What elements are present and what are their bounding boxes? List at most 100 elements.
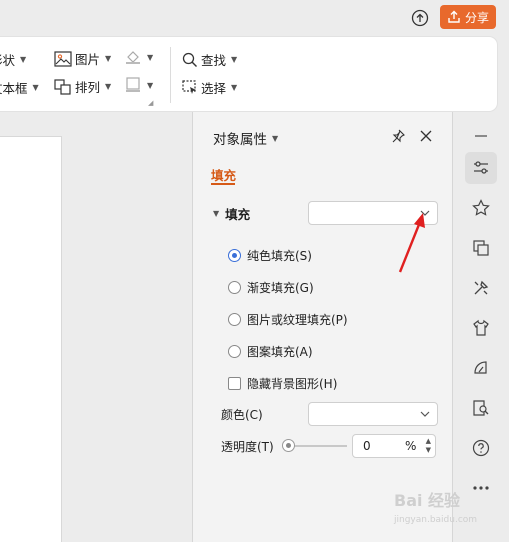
chevron-down-icon: ▼ [20,55,27,64]
fill-section-toggle[interactable]: ▼ 填充 [213,204,250,223]
radio-button[interactable] [228,313,241,326]
watermark-subtext: jingyan.baidu.com [393,515,477,525]
shape-label: 形状 [0,53,16,68]
animation-icon [474,361,487,374]
slide-page[interactable] [0,136,62,542]
picture-label: 图片 [75,52,101,67]
watermark-text: Bai 经验 [394,491,461,510]
help-icon [472,439,490,457]
radio-picture-texture-fill[interactable]: 图片或纹理填充(P) [228,311,348,328]
dialog-launcher-icon[interactable]: ◢ [148,99,153,107]
cloud-upload-icon [411,9,429,27]
textbox-button[interactable]: 文本框 ▼ [0,78,39,97]
tools-rail-button[interactable] [465,272,497,304]
radio-label: 图案填充(A) [247,345,313,359]
copy-icon [473,240,489,256]
picture-icon [54,50,72,67]
arrange-button[interactable]: 排列 ▼ [54,77,111,96]
chevron-down-icon: ▼ [105,82,112,91]
panel-title: 对象属性 [213,132,267,148]
clipboard-rail-button[interactable] [465,232,497,264]
object-properties-panel: 对象属性 ▼ 填充 ▼ 填充 纯色填充(S) 渐变填充(G) 图片或纹理填充(P… [192,112,453,542]
chevron-down-icon: ▼ [272,133,279,143]
book-search-icon [473,400,489,416]
search-icon [182,52,197,67]
fill-section-label: 填充 [225,207,251,222]
top-bar: 分享 [0,0,509,36]
pin-button[interactable] [389,127,407,145]
theme-rail-button[interactable] [465,312,497,344]
radio-button[interactable] [228,281,241,294]
chevron-down-icon: ▼ [231,55,238,64]
chevron-down-icon: ▼ [147,52,154,62]
hide-background-checkbox-row[interactable]: 隐藏背景图形(H) [228,375,337,392]
picture-button[interactable]: 图片 ▼ [54,49,111,68]
stepper-up-icon[interactable]: ▲ [426,437,431,446]
radio-solid-fill[interactable]: 纯色填充(S) [228,247,312,264]
star-icon [472,199,490,216]
close-button[interactable] [417,127,435,145]
right-sidebar [454,112,509,542]
stepper-down-icon[interactable]: ▼ [426,446,431,455]
properties-rail-button[interactable] [465,152,497,184]
ribbon-toolbar: 形状 ▼ 文本框 ▼ 图片 ▼ 排列 ▼ ▼ ▼ ◢ 查找 ▼ 选择 ▼ [0,37,497,111]
editing-canvas[interactable] [0,112,192,542]
fill-type-select[interactable] [308,201,438,225]
cloud-upload-button[interactable] [409,7,431,29]
radio-label: 图片或纹理填充(P) [247,313,348,327]
transparency-slider-handle[interactable] [282,439,295,452]
share-button[interactable]: 分享 [440,5,496,29]
select-button[interactable]: 选择 ▼ [182,78,237,97]
chevron-down-icon: ▼ [231,83,238,92]
find-label: 查找 [201,53,227,68]
transparency-stepper[interactable]: ▲ ▼ [426,437,431,455]
ribbon-divider [170,47,171,103]
textbox-label: 文本框 [0,81,28,96]
minus-icon [475,135,487,137]
tab-fill[interactable]: 填充 [211,165,236,184]
shirt-icon [473,319,489,336]
arrange-label: 排列 [75,80,101,95]
checkbox-label: 隐藏背景图形(H) [247,377,338,391]
transparency-slider-track[interactable] [289,445,347,447]
color-select[interactable] [308,402,438,426]
radio-button[interactable] [228,345,241,358]
chevron-down-icon [420,411,430,417]
help-rail-button[interactable] [465,432,497,464]
reader-rail-button[interactable] [465,392,497,424]
transparency-unit: % [405,439,417,453]
favorites-rail-button[interactable] [465,192,497,224]
outline-icon [126,77,140,92]
tools-icon [474,280,489,295]
chevron-down-icon: ▼ [105,54,112,63]
triangle-down-icon: ▼ [213,209,220,218]
select-icon [182,79,196,94]
share-icon [448,10,460,23]
chevron-down-icon: ▼ [32,83,39,92]
collapse-sidebar-button[interactable] [465,120,497,152]
find-button[interactable]: 查找 ▼ [182,50,237,69]
radio-label: 渐变填充(G) [247,281,314,295]
paint-bucket-icon [126,51,140,64]
radio-gradient-fill[interactable]: 渐变填充(G) [228,279,314,296]
hide-background-checkbox[interactable] [228,377,241,390]
shape-button[interactable]: 形状 ▼ [0,50,26,69]
animation-rail-button[interactable] [465,352,497,384]
radio-button[interactable] [228,249,241,262]
fill-color-button[interactable]: ▼ [124,49,153,65]
radio-label: 纯色填充(S) [247,249,312,263]
arrange-icon [54,78,71,95]
radio-pattern-fill[interactable]: 图案填充(A) [228,343,313,360]
close-icon [420,130,432,142]
outline-button[interactable]: ▼ [124,77,153,93]
baidu-watermark: Bai 经验 jingyan.baidu.com [393,491,477,525]
transparency-label: 透明度(T) [221,440,274,454]
tab-active-indicator [211,183,235,185]
color-label: 颜色(C) [221,408,263,422]
share-label: 分享 [464,10,489,25]
panel-title-dropdown[interactable]: 对象属性 ▼ [213,128,278,148]
transparency-value: 0 [363,439,371,453]
sliders-icon [474,161,488,174]
chevron-down-icon: ▼ [147,80,154,90]
transparency-input[interactable]: 0 % ▲ ▼ [352,434,436,458]
